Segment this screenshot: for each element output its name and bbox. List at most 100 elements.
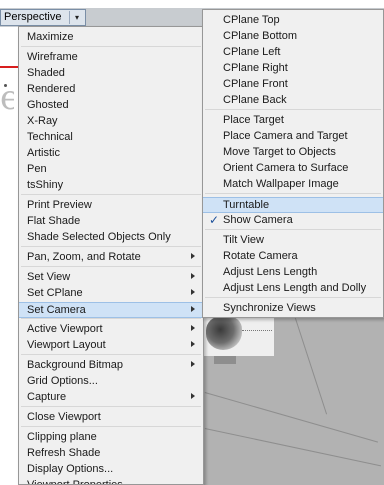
menu-item-set-cplane[interactable]: Set CPlane bbox=[19, 286, 203, 302]
menu-item-technical[interactable]: Technical bbox=[19, 130, 203, 146]
submenu-arrow-icon bbox=[191, 289, 195, 295]
submenu-arrow-icon bbox=[191, 306, 195, 312]
menu-item-label: Pan, Zoom, and Rotate bbox=[27, 251, 141, 263]
menu-item-viewport-layout[interactable]: Viewport Layout bbox=[19, 338, 203, 354]
menu-item-label: Viewport Layout bbox=[27, 339, 106, 351]
menu-item-label: Grid Options... bbox=[27, 375, 98, 387]
menu-item-close-viewport[interactable]: Close Viewport bbox=[19, 410, 203, 426]
submenu-item-match-wallpaper-image[interactable]: Match Wallpaper Image bbox=[203, 177, 383, 193]
red-accent-line bbox=[0, 66, 18, 68]
submenu-item-label: Tilt View bbox=[223, 234, 264, 246]
submenu-item-orient-camera-to-surface[interactable]: Orient Camera to Surface bbox=[203, 161, 383, 177]
menu-item-label: Background Bitmap bbox=[27, 359, 123, 371]
submenu-item-turntable[interactable]: Turntable bbox=[203, 197, 383, 213]
submenu-item-adjust-lens-length-and-dolly[interactable]: Adjust Lens Length and Dolly bbox=[203, 281, 383, 297]
menu-item-set-view[interactable]: Set View bbox=[19, 270, 203, 286]
submenu-item-move-target-to-objects[interactable]: Move Target to Objects bbox=[203, 145, 383, 161]
submenu-item-label: Orient Camera to Surface bbox=[223, 162, 349, 174]
menu-item-shade-selected-objects-only[interactable]: Shade Selected Objects Only bbox=[19, 230, 203, 246]
menu-item-label: Technical bbox=[27, 131, 73, 143]
submenu-item-place-target[interactable]: Place Target bbox=[203, 113, 383, 129]
menu-item-clipping-plane[interactable]: Clipping plane bbox=[19, 430, 203, 446]
menu-separator bbox=[21, 406, 201, 407]
menu-item-x-ray[interactable]: X-Ray bbox=[19, 114, 203, 130]
chevron-down-icon[interactable]: ▾ bbox=[69, 11, 84, 24]
menu-item-grid-options[interactable]: Grid Options... bbox=[19, 374, 203, 390]
menu-item-print-preview[interactable]: Print Preview bbox=[19, 198, 203, 214]
submenu-item-cplane-bottom[interactable]: CPlane Bottom bbox=[203, 29, 383, 45]
submenu-item-cplane-front[interactable]: CPlane Front bbox=[203, 77, 383, 93]
submenu-item-adjust-lens-length[interactable]: Adjust Lens Length bbox=[203, 265, 383, 281]
submenu-item-place-camera-and-target[interactable]: Place Camera and Target bbox=[203, 129, 383, 145]
menu-item-pan-zoom-and-rotate[interactable]: Pan, Zoom, and Rotate bbox=[19, 250, 203, 266]
background-letter: e bbox=[0, 78, 14, 118]
menu-item-display-options[interactable]: Display Options... bbox=[19, 462, 203, 478]
submenu-item-cplane-top[interactable]: CPlane Top bbox=[203, 13, 383, 29]
submenu-arrow-icon bbox=[191, 325, 195, 331]
submenu-item-synchronize-views[interactable]: Synchronize Views bbox=[203, 301, 383, 317]
menu-item-ghosted[interactable]: Ghosted bbox=[19, 98, 203, 114]
menu-item-label: Active Viewport bbox=[27, 323, 103, 335]
menu-item-label: Artistic bbox=[27, 147, 60, 159]
submenu-item-label: Synchronize Views bbox=[223, 302, 316, 314]
menu-separator bbox=[21, 246, 201, 247]
submenu-item-cplane-left[interactable]: CPlane Left bbox=[203, 45, 383, 61]
submenu-item-tilt-view[interactable]: Tilt View bbox=[203, 233, 383, 249]
dotted-line bbox=[242, 330, 272, 331]
menu-separator bbox=[21, 354, 201, 355]
background-dot bbox=[4, 84, 7, 87]
menu-item-rendered[interactable]: Rendered bbox=[19, 82, 203, 98]
menu-item-pen[interactable]: Pen bbox=[19, 162, 203, 178]
menu-item-set-camera[interactable]: Set Camera bbox=[19, 302, 203, 318]
submenu-item-label: CPlane Front bbox=[223, 78, 288, 90]
submenu-separator bbox=[205, 193, 381, 194]
menu-item-shaded[interactable]: Shaded bbox=[19, 66, 203, 82]
menu-item-background-bitmap[interactable]: Background Bitmap bbox=[19, 358, 203, 374]
menu-item-artistic[interactable]: Artistic bbox=[19, 146, 203, 162]
submenu-item-show-camera[interactable]: ✓ Show Camera bbox=[203, 213, 383, 229]
menu-item-label: Set View bbox=[27, 271, 71, 283]
menu-item-label: Display Options... bbox=[27, 463, 114, 475]
submenu-item-label: CPlane Bottom bbox=[223, 30, 297, 42]
submenu-item-label: CPlane Left bbox=[223, 46, 281, 58]
menu-item-maximize[interactable]: Maximize bbox=[19, 30, 203, 46]
menu-item-label: X-Ray bbox=[27, 115, 58, 127]
submenu-item-cplane-back[interactable]: CPlane Back bbox=[203, 93, 383, 109]
menu-separator bbox=[21, 266, 201, 267]
menu-item-label: Maximize bbox=[27, 31, 74, 43]
menu-item-tsshiny[interactable]: tsShiny bbox=[19, 178, 203, 194]
menu-item-capture[interactable]: Capture bbox=[19, 390, 203, 406]
menu-item-label: Wireframe bbox=[27, 51, 78, 63]
checkmark-icon: ✓ bbox=[209, 213, 220, 227]
menu-item-label: Ghosted bbox=[27, 99, 69, 111]
menu-item-label: Print Preview bbox=[27, 199, 92, 211]
submenu-item-label: Move Target to Objects bbox=[223, 146, 336, 158]
submenu-separator bbox=[205, 229, 381, 230]
menu-item-label: Capture bbox=[27, 391, 67, 403]
menu-item-label: Set Camera bbox=[27, 304, 86, 316]
menu-item-flat-shade[interactable]: Flat Shade bbox=[19, 214, 203, 230]
submenu-item-label: Turntable bbox=[223, 199, 270, 211]
menu-item-refresh-shade[interactable]: Refresh Shade bbox=[19, 446, 203, 462]
menu-item-wireframe[interactable]: Wireframe bbox=[19, 50, 203, 66]
viewport-title-tab[interactable]: Perspective ▾ bbox=[0, 9, 86, 26]
menu-item-active-viewport[interactable]: Active Viewport bbox=[19, 322, 203, 338]
set-camera-submenu: CPlane Top CPlane Bottom CPlane Left CPlane… bbox=[202, 9, 384, 318]
submenu-arrow-icon bbox=[191, 393, 195, 399]
submenu-item-cplane-right[interactable]: CPlane Right bbox=[203, 61, 383, 77]
menu-separator bbox=[21, 318, 201, 319]
model-preview-blob bbox=[206, 316, 242, 350]
menu-separator bbox=[21, 194, 201, 195]
submenu-arrow-icon bbox=[191, 253, 195, 259]
submenu-item-label: CPlane Right bbox=[223, 62, 288, 74]
submenu-separator bbox=[205, 109, 381, 110]
submenu-separator bbox=[205, 297, 381, 298]
menu-item-label: Close Viewport bbox=[27, 411, 101, 423]
menu-separator bbox=[21, 46, 201, 47]
submenu-item-label: Adjust Lens Length and Dolly bbox=[223, 282, 367, 294]
menu-item-viewport-properties[interactable]: Viewport Properties bbox=[19, 478, 203, 484]
submenu-item-rotate-camera[interactable]: Rotate Camera bbox=[203, 249, 383, 265]
menu-item-label: Pen bbox=[27, 163, 47, 175]
menu-item-label: Rendered bbox=[27, 83, 76, 95]
submenu-arrow-icon bbox=[191, 341, 195, 347]
